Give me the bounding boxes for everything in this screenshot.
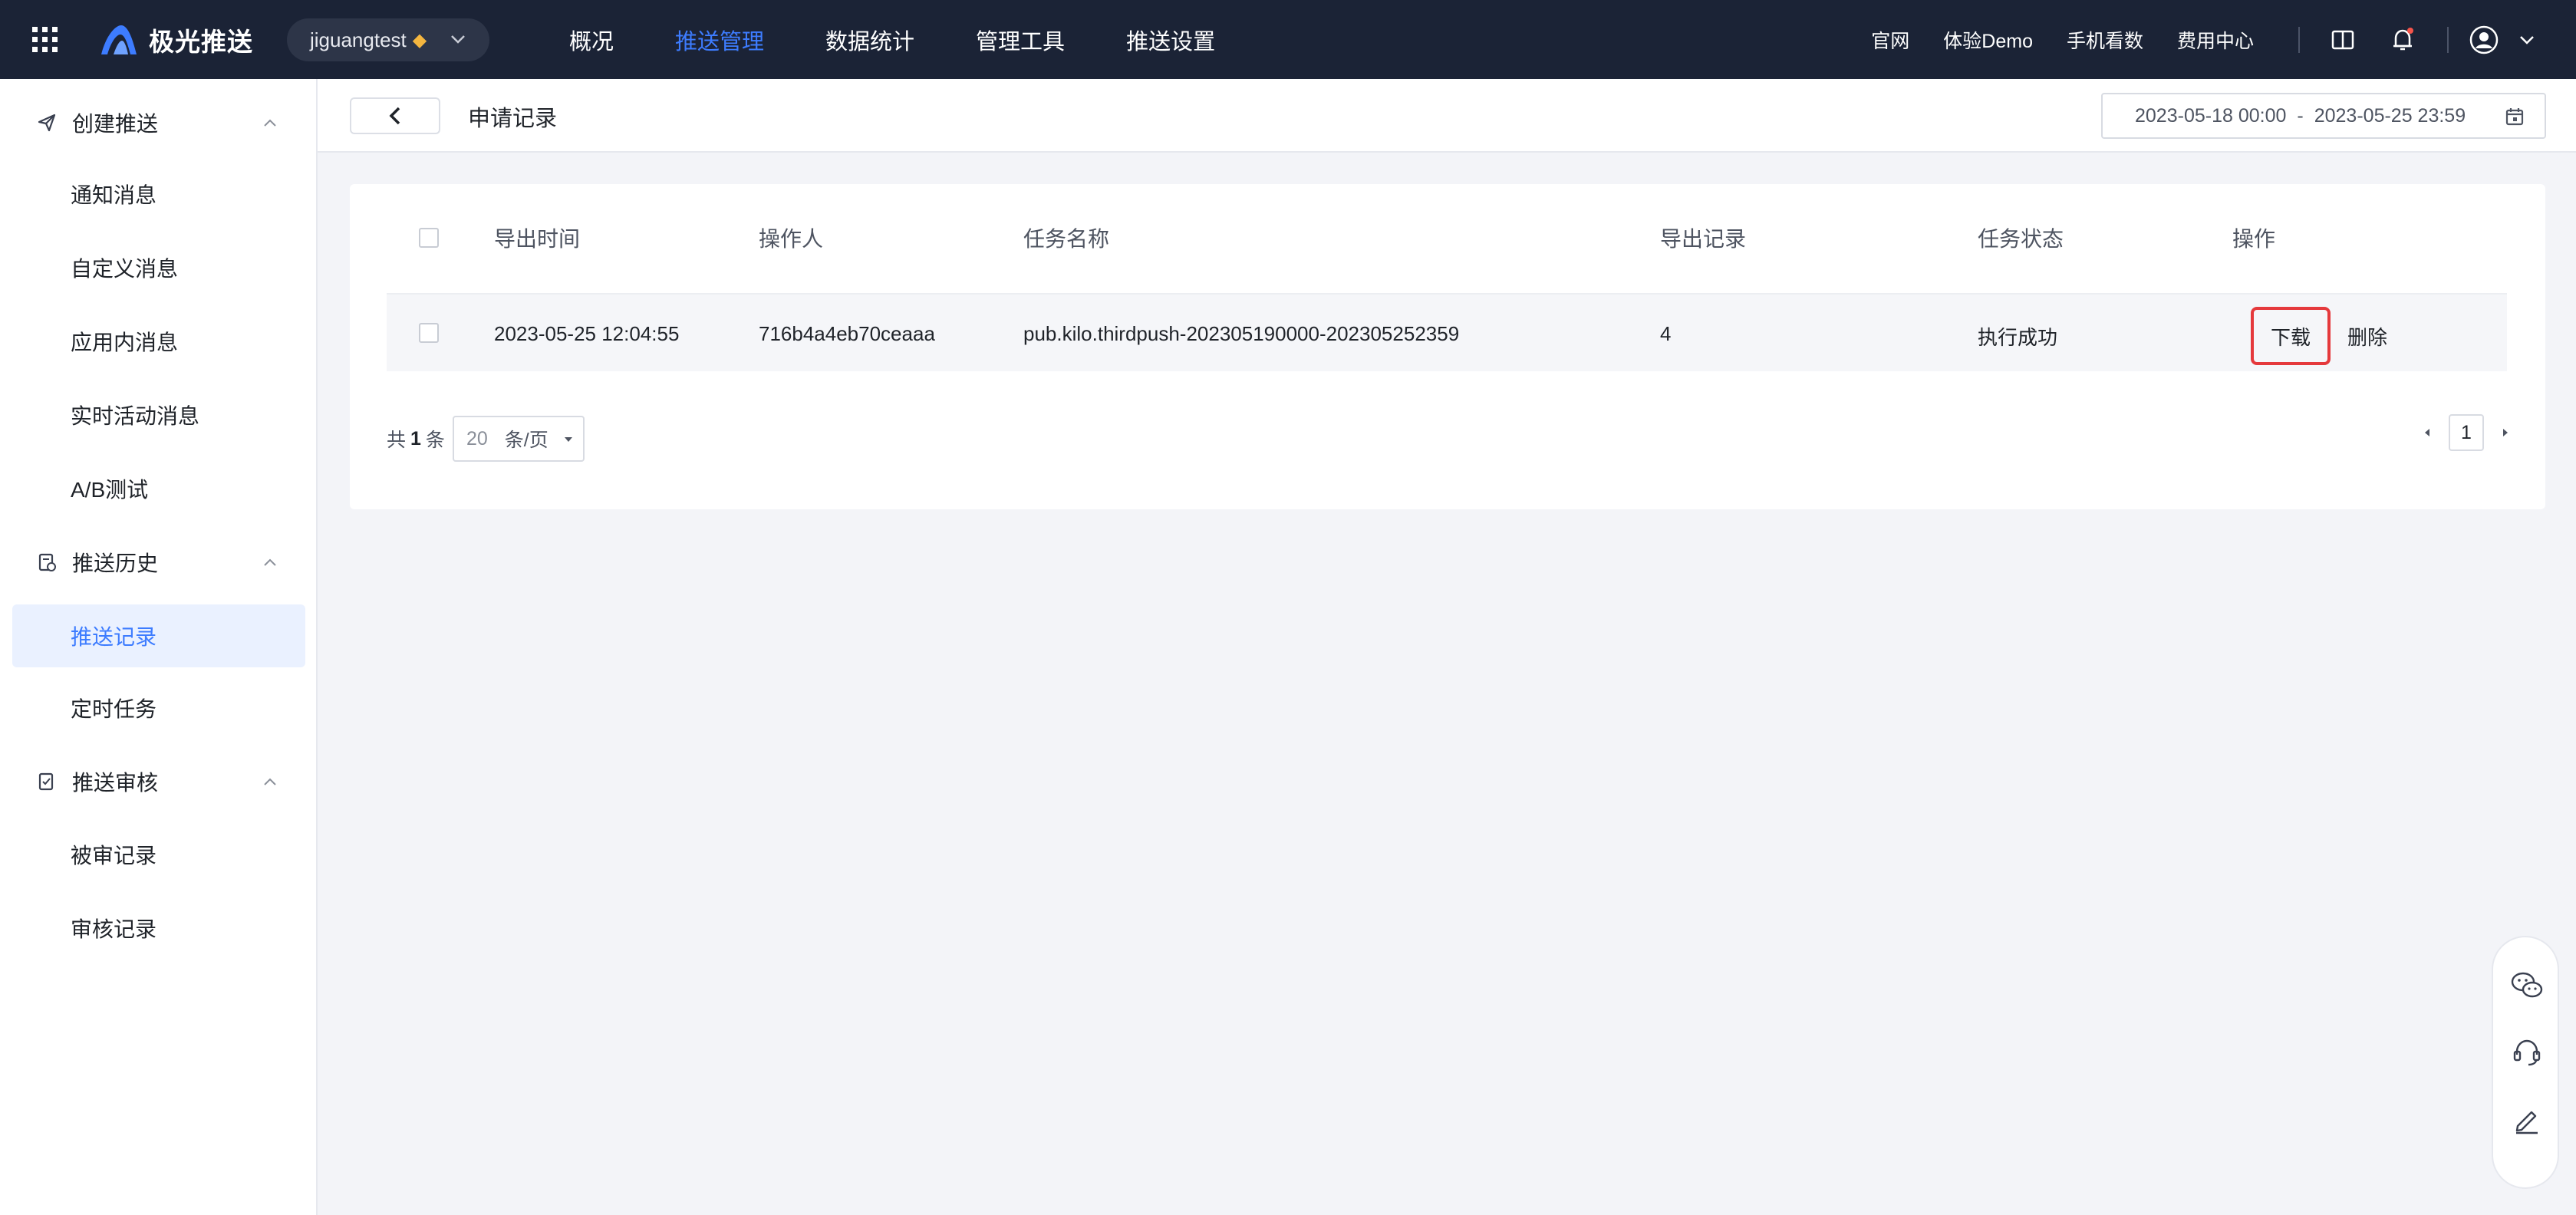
- date-end: 2023-05-25 23:59: [2314, 104, 2466, 127]
- chevron-up-icon[interactable]: [262, 776, 278, 787]
- sidebar-item-scheduled-tasks[interactable]: 定时任务: [71, 693, 156, 723]
- page-number[interactable]: 1: [2449, 414, 2484, 451]
- page-size-unit: 条/页: [504, 430, 548, 451]
- column-header: 导出记录: [1660, 227, 1747, 251]
- chevron-left-icon: [389, 107, 400, 125]
- demo-link[interactable]: 体验Demo: [1943, 26, 2033, 54]
- sidebar-item-review-records[interactable]: 审核记录: [71, 913, 156, 943]
- records-card: 导出时间 操作人 任务名称 导出记录 任务状态 操作 2023-05-25 12…: [350, 184, 2545, 509]
- chevron-up-icon[interactable]: [262, 557, 278, 568]
- sidebar-item-in-app-message[interactable]: 应用内消息: [71, 326, 178, 357]
- chevron-down-icon[interactable]: [2512, 25, 2542, 55]
- sidebar-group-push-audit[interactable]: 推送审核: [35, 763, 158, 800]
- sidebar-active-highlight: [12, 604, 305, 667]
- wechat-icon[interactable]: [2510, 968, 2544, 1002]
- sidebar-group-create-push[interactable]: 创建推送: [35, 104, 158, 141]
- cell-task-name: pub.kilo.thirdpush-202305190000-20230525…: [1023, 322, 1460, 345]
- total-count: 1: [410, 427, 421, 449]
- docs-book-icon[interactable]: [2327, 25, 2358, 55]
- select-all-checkbox[interactable]: [419, 228, 439, 248]
- cell-export-time: 2023-05-25 12:04:55: [494, 322, 680, 345]
- back-button[interactable]: [350, 97, 440, 134]
- nav-item-push-settings[interactable]: 推送设置: [1126, 24, 1215, 56]
- page-size-select[interactable]: 20 条/页: [452, 416, 585, 462]
- brand-name: 极光推送: [149, 28, 253, 56]
- column-header: 任务名称: [1023, 227, 1110, 251]
- main-nav: 概况 推送管理 数据统计 管理工具 推送设置: [569, 0, 1276, 79]
- cell-status: 执行成功: [1978, 326, 2058, 349]
- sidebar-group-label: 推送历史: [72, 552, 159, 575]
- sidebar-group-push-history[interactable]: 推送历史: [35, 544, 158, 581]
- column-header: 任务状态: [1978, 227, 2064, 251]
- billing-link[interactable]: 费用中心: [2177, 26, 2254, 54]
- prev-page-icon[interactable]: [2421, 426, 2433, 440]
- edit-feedback-icon[interactable]: [2510, 1103, 2544, 1137]
- bell-icon[interactable]: [2387, 25, 2418, 55]
- calendar-icon: [2505, 108, 2524, 126]
- app-grid-icon[interactable]: [31, 25, 60, 54]
- nav-item-admin-tools[interactable]: 管理工具: [976, 24, 1065, 56]
- next-page-icon[interactable]: [2499, 426, 2512, 440]
- column-header: 导出时间: [494, 227, 581, 251]
- app-name: jiguangtest: [310, 28, 407, 51]
- top-nav-bar: 极光推送 jiguangtest ◆ 概况 推送管理 数据统计 管理工具 推送设…: [0, 0, 2576, 79]
- sidebar-item-ab-test[interactable]: A/B测试: [71, 473, 148, 504]
- customer-service-icon[interactable]: [2510, 1036, 2544, 1069]
- column-header: 操作: [2232, 227, 2276, 251]
- sidebar-item-live-activity[interactable]: 实时活动消息: [71, 400, 199, 430]
- table-row: 2023-05-25 12:04:55 716b4a4eb70ceaaa pub…: [387, 295, 2507, 371]
- download-button[interactable]: 下载: [2251, 307, 2331, 365]
- total-suffix: 条: [425, 430, 445, 451]
- date-separator: -: [2297, 104, 2304, 127]
- cell-operator: 716b4a4eb70ceaaa: [759, 322, 935, 345]
- nav-divider-2: [2447, 26, 2449, 53]
- notification-dot: [2407, 27, 2413, 34]
- nav-item-data-stats[interactable]: 数据统计: [825, 24, 914, 56]
- official-site-link[interactable]: 官网: [1871, 26, 1909, 54]
- history-icon: [35, 551, 58, 574]
- user-avatar-icon[interactable]: [2469, 25, 2499, 55]
- page-header: 申请记录 2023-05-18 00:00 - 2023-05-25 23:59: [318, 79, 2576, 153]
- row-checkbox[interactable]: [419, 323, 439, 343]
- app-switcher[interactable]: jiguangtest ◆: [287, 18, 489, 61]
- chevron-down-icon: [451, 35, 465, 44]
- nav-item-push-management[interactable]: 推送管理: [675, 24, 764, 56]
- caret-down-icon: [564, 437, 572, 442]
- sidebar-item-notification[interactable]: 通知消息: [71, 179, 156, 209]
- chevron-up-icon[interactable]: [262, 117, 278, 128]
- nav-divider: [2298, 26, 2300, 53]
- sidebar-item-push-records[interactable]: 推送记录: [71, 621, 156, 651]
- total-prefix: 共: [387, 430, 407, 451]
- send-icon: [35, 111, 58, 134]
- sidebar-item-audited-records[interactable]: 被审记录: [71, 839, 156, 870]
- sidebar-group-label: 创建推送: [72, 112, 159, 136]
- sidebar-item-custom-message[interactable]: 自定义消息: [71, 252, 178, 283]
- audit-icon: [35, 770, 58, 793]
- sidebar-group-label: 推送审核: [72, 771, 159, 795]
- nav-right: 官网 体验Demo 手机看数 费用中心: [1871, 0, 2576, 79]
- cell-export-count: 4: [1660, 322, 1672, 345]
- page-size-value: 20: [466, 427, 488, 449]
- brand-logo[interactable]: 极光推送: [98, 21, 253, 58]
- pagination-controls: 1: [2421, 414, 2512, 451]
- pagination-summary: 共 1 条 20 条/页: [387, 416, 585, 462]
- table-header: 导出时间 操作人 任务名称 导出记录 任务状态 操作: [387, 199, 2507, 268]
- nav-item-overview[interactable]: 概况: [569, 24, 614, 56]
- date-start: 2023-05-18 00:00: [2135, 104, 2287, 127]
- column-header: 操作人: [759, 227, 824, 251]
- page-title: 申请记录: [468, 107, 558, 131]
- diamond-icon: ◆: [412, 29, 427, 51]
- delete-button[interactable]: 删除: [2347, 322, 2387, 351]
- aurora-logo-icon: [101, 25, 137, 54]
- floating-toolbar: [2492, 936, 2559, 1189]
- sidebar: 创建推送 通知消息 自定义消息 应用内消息 实时活动消息 A/B测试 推送历史 …: [0, 79, 318, 1215]
- date-range-picker[interactable]: 2023-05-18 00:00 - 2023-05-25 23:59: [2101, 93, 2546, 139]
- mobile-view-link[interactable]: 手机看数: [2067, 26, 2143, 54]
